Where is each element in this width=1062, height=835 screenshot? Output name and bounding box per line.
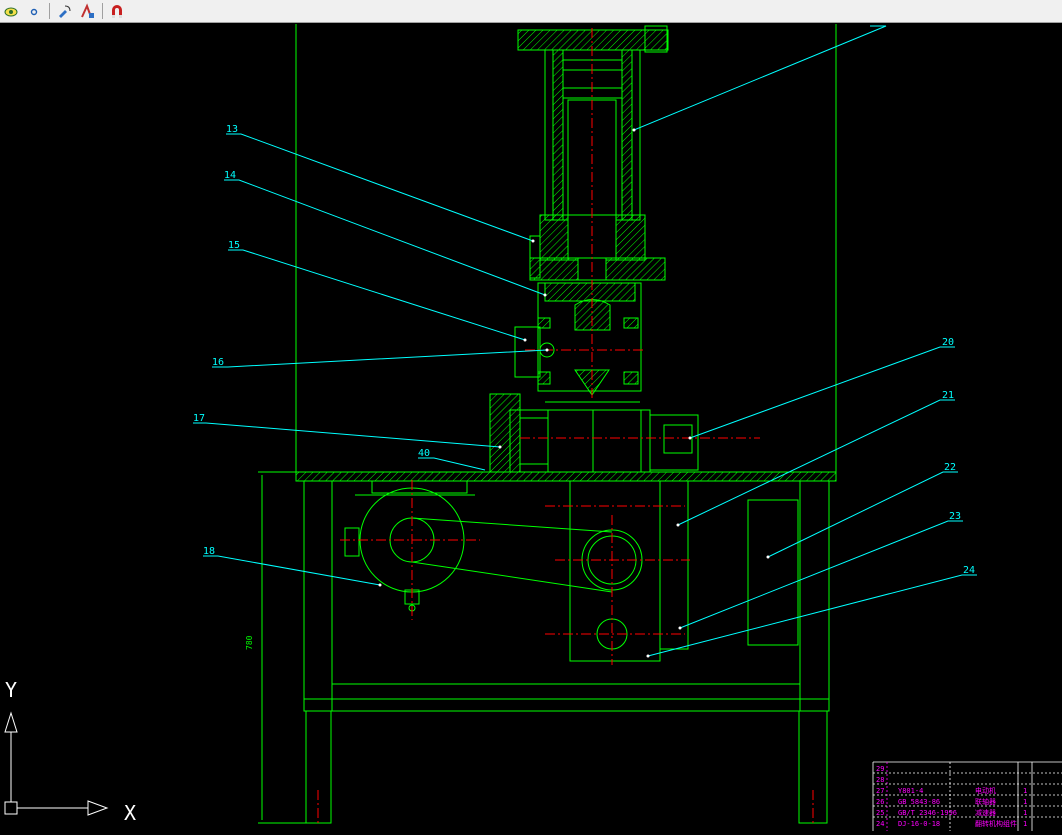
draw-tool-icon[interactable] <box>76 1 98 21</box>
ucs-icon <box>4 711 109 816</box>
bom-row-number: 28 <box>876 776 884 784</box>
bom-rows: 29 28 27 Y801-4 电动机 1 26 GB 5843-86 联轴器 1 25 GB/T 2… <box>876 765 1027 828</box>
base-frame <box>258 471 830 824</box>
clamp-unit <box>489 393 699 473</box>
dot-icon[interactable] <box>23 1 45 21</box>
callout-23: 23 <box>949 511 961 522</box>
bom-row-number: 26 <box>876 798 884 806</box>
bom-row-name: 减速器 <box>975 808 996 817</box>
magnet-snap-icon[interactable] <box>106 1 128 21</box>
callout-21: 21 <box>942 390 954 401</box>
bom-row-qty: 1 <box>1023 820 1027 828</box>
callout-18: 18 <box>203 546 215 557</box>
match-properties-icon[interactable] <box>53 1 75 21</box>
motor-pulley <box>344 487 465 612</box>
callout-15: 15 <box>228 240 240 251</box>
bom-row-name: 翻转机构组件 <box>975 819 1017 828</box>
bom-row-number: 27 <box>876 787 884 795</box>
callout-17: 17 <box>193 413 205 424</box>
callout-14: 14 <box>224 170 236 181</box>
lower-centerlines <box>317 480 814 825</box>
bom-row-code: DJ-16-0-18 <box>898 820 940 828</box>
bom-row-number: 25 <box>876 809 884 817</box>
bom-row-code: Y801-4 <box>898 787 923 795</box>
table-top <box>295 471 837 482</box>
ucs-y-label: Y <box>5 678 17 702</box>
callout-24: 24 <box>963 565 975 576</box>
bom-row-code: GB/T 2346-1996 <box>898 809 957 817</box>
bom-row-name: 电动机 <box>975 786 996 795</box>
toolbar-separator <box>102 3 103 19</box>
dimension-small: 40 <box>418 448 430 459</box>
callout-13: 13 <box>226 124 238 135</box>
toolbar <box>0 0 1062 23</box>
callout-22: 22 <box>944 462 956 473</box>
bom-row-qty: 1 <box>1023 798 1027 806</box>
leader-lines <box>193 25 977 657</box>
leader-dots <box>378 128 770 658</box>
callout-16: 16 <box>212 357 224 368</box>
bom-row-number: 24 <box>876 820 884 828</box>
dimension-height: 780 <box>245 635 254 650</box>
bom-row-name: 联轴器 <box>975 797 996 806</box>
toolbar-separator <box>49 3 50 19</box>
bom-row-number: 29 <box>876 765 884 773</box>
ucs-x-label: X <box>124 801 136 825</box>
bom-row-qty: 1 <box>1023 809 1027 817</box>
drawing-canvas[interactable]: 13 14 15 16 17 18 20 21 22 23 24 40 780 … <box>0 23 1062 831</box>
bom-row-qty: 1 <box>1023 787 1027 795</box>
bom-row-code: GB 5843-86 <box>898 798 940 806</box>
callout-20: 20 <box>942 337 954 348</box>
layer-icon[interactable] <box>0 1 22 21</box>
